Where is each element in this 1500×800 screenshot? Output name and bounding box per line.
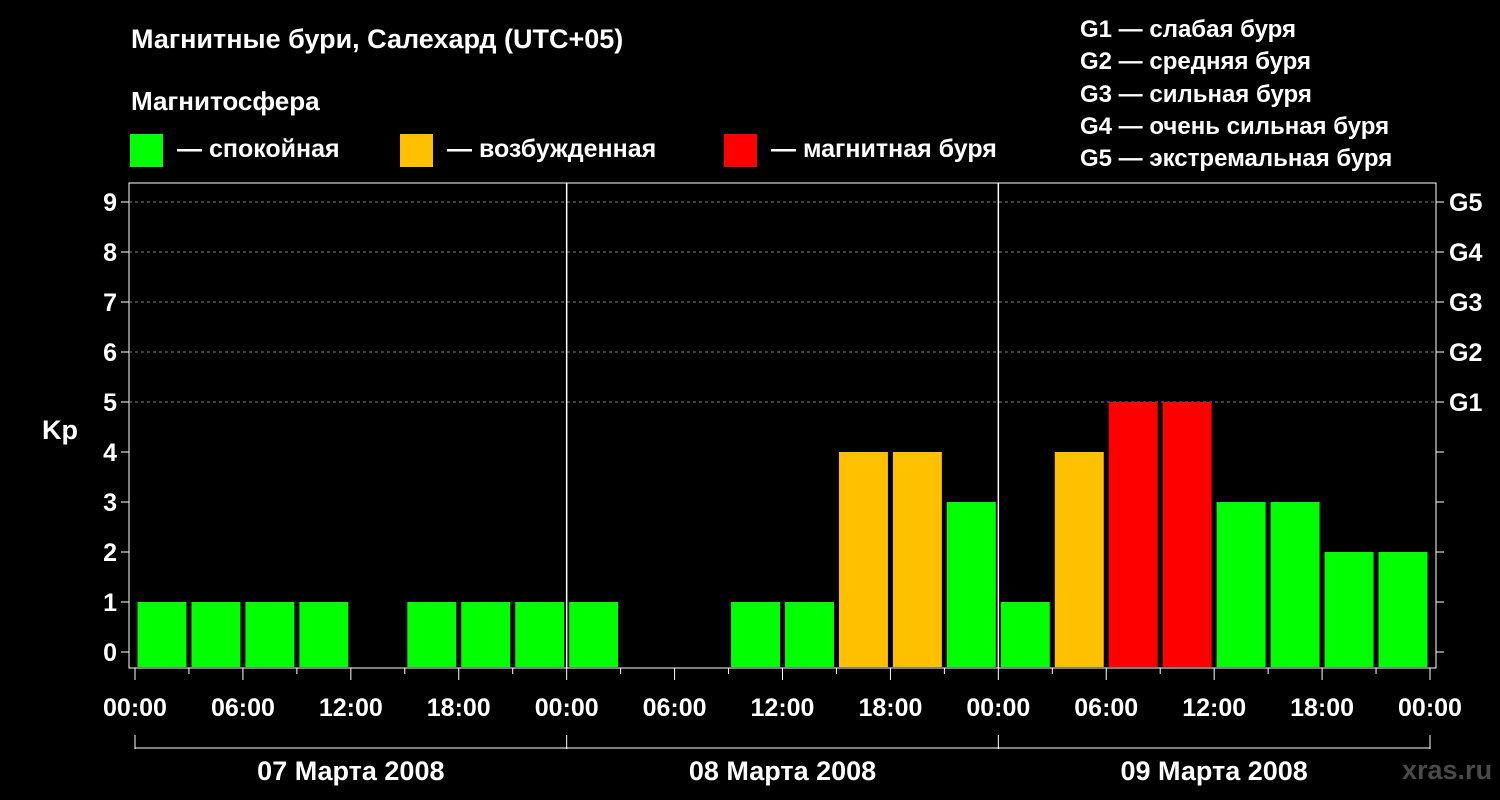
date-label: 07 Марта 2008 xyxy=(257,756,444,786)
g-tick-label: G5 xyxy=(1449,189,1482,217)
x-tick-label: 06:00 xyxy=(643,694,707,722)
x-tick-label: 18:00 xyxy=(1290,694,1354,722)
g-tick-label: G1 xyxy=(1449,389,1482,417)
kp-bar xyxy=(1324,552,1374,667)
kp-bar xyxy=(137,602,187,667)
x-tick-label: 06:00 xyxy=(211,694,275,722)
g-tick-label: G3 xyxy=(1449,289,1482,317)
kp-bar xyxy=(1054,452,1104,667)
kp-bar xyxy=(407,602,457,667)
date-label: 08 Марта 2008 xyxy=(689,756,876,786)
kp-bar xyxy=(299,602,349,667)
y-tick-label: 0 xyxy=(103,639,117,667)
x-tick-label: 18:00 xyxy=(427,694,491,722)
kp-bar xyxy=(1270,502,1320,667)
y-axis-label: Kp xyxy=(42,415,78,445)
kp-bar xyxy=(1108,402,1158,667)
g-tick-label: G4 xyxy=(1449,239,1482,267)
x-tick-label: 00:00 xyxy=(535,694,599,722)
kp-bar xyxy=(731,602,780,667)
x-tick-label: 00:00 xyxy=(1398,694,1462,722)
x-tick-label: 12:00 xyxy=(751,694,815,722)
x-tick-label: 00:00 xyxy=(966,694,1030,722)
kp-bar xyxy=(1162,402,1212,667)
kp-bar xyxy=(569,602,619,667)
y-tick-label: 7 xyxy=(103,289,117,317)
x-tick-label: 12:00 xyxy=(1182,694,1246,722)
x-tick-label: 00:00 xyxy=(103,694,167,722)
kp-bar xyxy=(245,602,295,667)
kp-bar xyxy=(461,602,511,667)
g-tick-label: G2 xyxy=(1449,339,1482,367)
y-tick-label: 3 xyxy=(103,489,117,517)
kp-bar xyxy=(785,602,834,667)
y-tick-label: 2 xyxy=(103,539,117,567)
kp-bar xyxy=(191,602,241,667)
kp-bar xyxy=(892,452,942,667)
y-tick-label: 9 xyxy=(103,189,117,217)
x-tick-label: 12:00 xyxy=(319,694,383,722)
kp-bar xyxy=(946,502,996,667)
y-tick-label: 5 xyxy=(103,389,117,417)
kp-bar xyxy=(515,602,565,667)
date-label: 09 Марта 2008 xyxy=(1121,756,1308,786)
y-tick-label: 6 xyxy=(103,339,117,367)
y-tick-label: 8 xyxy=(103,239,117,267)
y-tick-label: 1 xyxy=(103,589,117,617)
kp-bar xyxy=(1216,502,1266,667)
kp-chart: 0 1 2 3 4 5 6 7 8 9 G1 G2 G3 G4 G5 Kp 00:00 06:00 12:00 18:… xyxy=(42,182,1482,786)
kp-bar xyxy=(1378,552,1428,667)
x-tick-label: 18:00 xyxy=(858,694,922,722)
watermark: xras.ru xyxy=(1402,755,1493,785)
y-tick-label: 4 xyxy=(103,439,117,467)
kp-bar xyxy=(838,452,888,667)
kp-bar xyxy=(1000,602,1050,667)
x-tick-label: 06:00 xyxy=(1074,694,1138,722)
